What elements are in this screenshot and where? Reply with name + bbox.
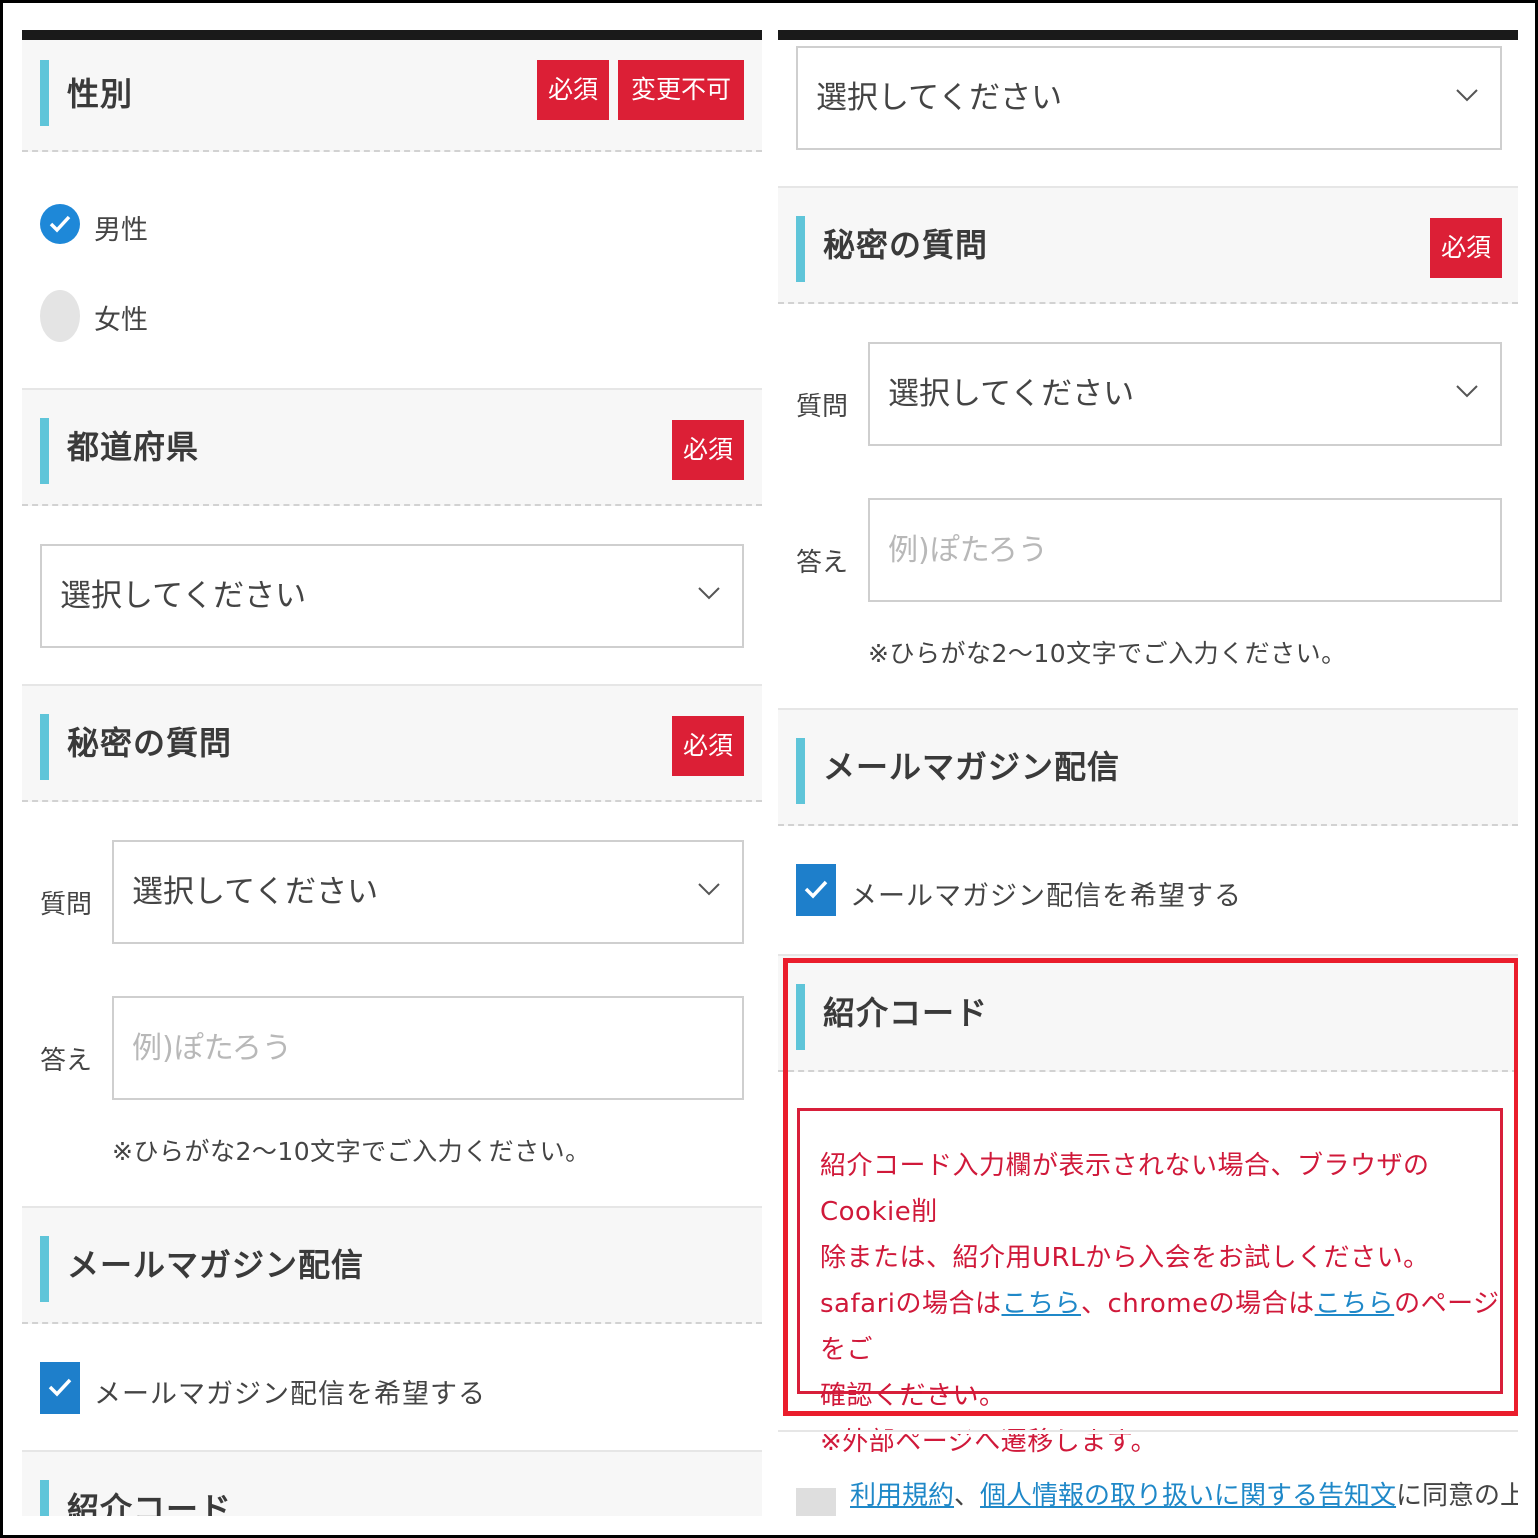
- section-title: 紹介コード: [67, 1490, 233, 1516]
- section-accent: [40, 60, 49, 126]
- secret-question-section-header: 秘密の質問 必須: [778, 186, 1518, 304]
- section-accent: [796, 216, 805, 282]
- chevron-down-icon: [698, 883, 720, 896]
- left-panel: 性別 必須 変更不可 男性 女性 都道府県 必須 選択してください 秘密の質問 …: [22, 30, 762, 1516]
- referral-section-header: 紹介コード: [22, 1450, 762, 1516]
- newsletter-section-header: メールマガジン配信: [778, 708, 1518, 826]
- privacy-link[interactable]: 個人情報の取り扱いに関する告知文: [980, 1481, 1396, 1511]
- top-bar: [778, 30, 1518, 40]
- required-badge: 必須: [672, 420, 744, 480]
- required-badge: 必須: [1430, 218, 1502, 278]
- section-title: メールマガジン配信: [823, 748, 1121, 786]
- terms-separator: 、: [954, 1481, 981, 1511]
- answer-hint: ※ひらがな2〜10文字でご入力ください。: [868, 639, 1347, 668]
- answer-label: 答え: [40, 1046, 93, 1076]
- section-title: メールマガジン配信: [67, 1246, 365, 1284]
- newsletter-checkbox[interactable]: [796, 864, 836, 916]
- prefecture-select[interactable]: 選択してください: [40, 544, 744, 648]
- check-icon: [48, 1378, 72, 1397]
- radio-female[interactable]: [40, 290, 80, 342]
- terms-agreement: 利用規約、個人情報の取り扱いに関する告知文に同意の上、: [850, 1475, 1518, 1512]
- highlight-box: [783, 958, 1518, 1416]
- gender-section-header: 性別 必須 変更不可: [22, 40, 762, 152]
- section-accent: [40, 1236, 49, 1302]
- answer-input-box[interactable]: [112, 996, 744, 1100]
- select-value: 選択してください: [888, 376, 1135, 412]
- terms-checkbox[interactable]: [796, 1488, 836, 1516]
- top-bar: [22, 30, 762, 40]
- radio-female-label: 女性: [94, 305, 148, 336]
- terms-suffix: に同意の上、: [1396, 1481, 1518, 1511]
- section-accent: [40, 714, 49, 780]
- answer-label: 答え: [796, 548, 849, 578]
- radio-male-label: 男性: [94, 215, 148, 246]
- divider: [778, 1430, 1518, 1434]
- notice-line: ※外部ページへ遷移します。: [820, 1427, 1158, 1457]
- section-accent: [40, 418, 49, 484]
- required-badge: 必須: [537, 60, 609, 120]
- radio-male[interactable]: [40, 204, 80, 244]
- question-select[interactable]: 選択してください: [868, 342, 1502, 446]
- secret-question-section-header: 秘密の質問 必須: [22, 684, 762, 802]
- terms-link[interactable]: 利用規約: [850, 1481, 954, 1511]
- section-accent: [796, 738, 805, 804]
- section-title: 性別: [67, 75, 134, 113]
- top-select[interactable]: 選択してください: [796, 46, 1502, 150]
- section-accent: [40, 1480, 49, 1516]
- prefecture-section-header: 都道府県 必須: [22, 388, 762, 506]
- answer-input[interactable]: [114, 998, 742, 1098]
- question-label: 質問: [40, 890, 93, 920]
- select-value: 選択してください: [132, 874, 379, 910]
- section-title: 秘密の質問: [823, 226, 989, 264]
- locked-badge: 変更不可: [618, 60, 744, 120]
- section-title: 都道府県: [67, 428, 200, 466]
- newsletter-checkbox[interactable]: [40, 1362, 80, 1414]
- chevron-down-icon: [698, 587, 720, 600]
- select-value: 選択してください: [816, 80, 1063, 116]
- newsletter-checkbox-label: メールマガジン配信を希望する: [94, 1379, 486, 1410]
- chevron-down-icon: [1456, 89, 1478, 102]
- select-value: 選択してください: [60, 578, 307, 614]
- question-select[interactable]: 選択してください: [112, 840, 744, 944]
- check-icon: [49, 215, 71, 233]
- answer-input[interactable]: [870, 500, 1500, 600]
- question-label: 質問: [796, 392, 849, 422]
- newsletter-checkbox-label: メールマガジン配信を希望する: [850, 881, 1242, 912]
- section-title: 秘密の質問: [67, 724, 233, 762]
- check-icon: [804, 880, 828, 899]
- newsletter-section-header: メールマガジン配信: [22, 1206, 762, 1324]
- answer-input-box[interactable]: [868, 498, 1502, 602]
- answer-hint: ※ひらがな2〜10文字でご入力ください。: [112, 1137, 591, 1166]
- chevron-down-icon: [1456, 385, 1478, 398]
- required-badge: 必須: [672, 716, 744, 776]
- right-panel: 選択してください 秘密の質問 必須 質問 選択してください 答え ※ひらがな2〜…: [778, 30, 1518, 1516]
